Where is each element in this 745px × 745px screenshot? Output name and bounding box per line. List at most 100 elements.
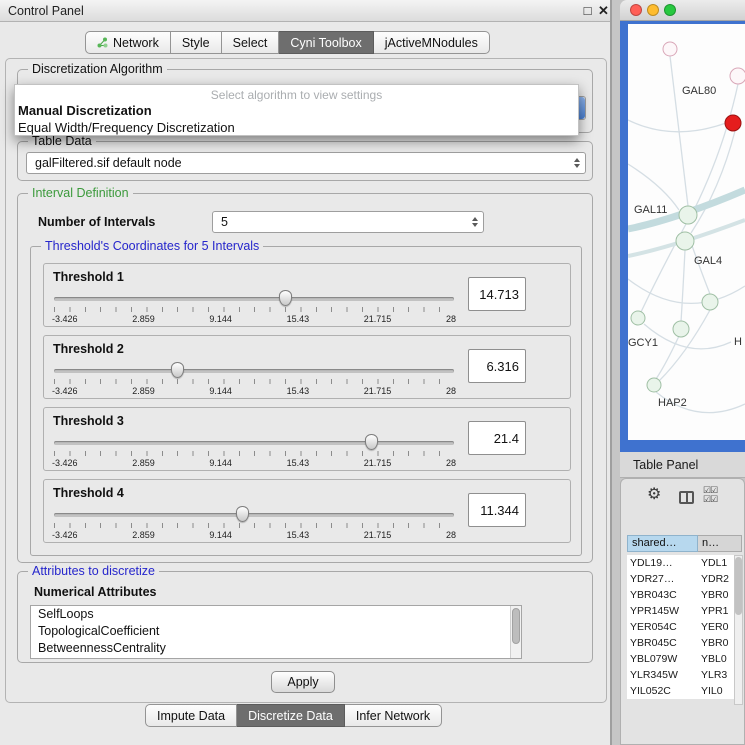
threshold-2-panel: Threshold 2 -3.426 2.859 9.144 15.43 21.… xyxy=(43,335,571,399)
attributes-group: Attributes to discretize Numerical Attri… xyxy=(17,571,593,663)
list-item[interactable]: SelfLoops xyxy=(31,606,521,623)
list-item[interactable]: TopologicalCoefficient xyxy=(31,623,521,640)
scale-tick-label: 2.859 xyxy=(132,386,155,396)
tab-infer-network[interactable]: Infer Network xyxy=(345,704,442,727)
tab-label: Network xyxy=(113,36,159,50)
dropdown-option-equal-width-frequency[interactable]: Equal Width/Frequency Discretization xyxy=(17,119,576,136)
slider-track[interactable] xyxy=(54,513,454,517)
dropdown-option-manual-discretization[interactable]: Manual Discretization xyxy=(17,102,576,119)
numerical-attributes-label: Numerical Attributes xyxy=(34,585,156,599)
table-scrollbar[interactable] xyxy=(734,555,743,705)
threshold-4-value-input[interactable] xyxy=(468,493,526,527)
cell-shared-name[interactable]: YBR043C xyxy=(627,587,698,603)
node[interactable] xyxy=(679,206,697,224)
column-header-shared-name[interactable]: shared… xyxy=(627,535,698,552)
tab-discretize-data[interactable]: Discretize Data xyxy=(237,704,345,727)
tab-label: jActiveMNodules xyxy=(385,36,478,50)
table-data-combobox[interactable]: galFiltered.sif default node xyxy=(26,152,586,174)
threshold-3-slider[interactable]: -3.426 2.859 9.144 15.43 21.715 28 xyxy=(52,432,456,470)
network-canvas[interactable]: GAL80 GAL11 GAL4 GCY1 HAP2 H xyxy=(628,24,745,440)
algorithm-dropdown-list: Select algorithm to view settings Manual… xyxy=(14,84,579,136)
cell-shared-name[interactable]: YBL079W xyxy=(627,651,698,667)
threshold-1-slider[interactable]: -3.426 2.859 9.144 15.43 21.715 28 xyxy=(52,288,456,326)
table-row[interactable]: YBL079WYBL0 xyxy=(627,651,742,667)
table-row[interactable]: YPR145WYPR1 xyxy=(627,603,742,619)
tab-impute-data[interactable]: Impute Data xyxy=(145,704,237,727)
table-row[interactable]: YIL052CYIL0 xyxy=(627,683,742,699)
node[interactable] xyxy=(673,321,689,337)
slider-track[interactable] xyxy=(54,369,454,373)
scale-tick-label: 9.144 xyxy=(209,530,232,540)
node-red-selected[interactable] xyxy=(725,115,741,131)
mac-close-button[interactable] xyxy=(630,4,642,16)
threshold-label: Threshold 3 xyxy=(53,414,124,428)
table-row[interactable]: YDR27…YDR2 xyxy=(627,571,742,587)
mac-minimize-button[interactable] xyxy=(647,4,659,16)
scale-tick-label: 9.144 xyxy=(209,314,232,324)
cell-shared-name[interactable]: YLR345W xyxy=(627,667,698,683)
list-scrollbar[interactable] xyxy=(510,606,521,658)
group-title: Threshold's Coordinates for 5 Intervals xyxy=(41,239,263,253)
cell-shared-name[interactable]: YDR27… xyxy=(627,571,698,587)
slider-ticks xyxy=(54,523,454,528)
slider-thumb[interactable] xyxy=(279,290,292,306)
table-data-group: Table Data galFiltered.sif default node xyxy=(17,141,593,181)
threshold-1-value-input[interactable] xyxy=(468,277,526,311)
slider-ticks xyxy=(54,379,454,384)
cell-shared-name[interactable]: YPR145W xyxy=(627,603,698,619)
close-window-button[interactable]: ✕ xyxy=(596,3,611,19)
apply-button[interactable]: Apply xyxy=(271,671,335,693)
tab-select[interactable]: Select xyxy=(222,31,280,54)
slider-scale: -3.426 2.859 9.144 15.43 21.715 28 xyxy=(52,314,456,324)
table-row[interactable]: YBR043CYBR0 xyxy=(627,587,742,603)
columns-icon[interactable] xyxy=(679,491,694,504)
node[interactable] xyxy=(647,378,661,392)
node[interactable] xyxy=(730,68,745,84)
gear-icon[interactable]: ⚙ xyxy=(647,487,661,503)
float-window-button[interactable]: □ xyxy=(580,3,595,18)
combobox-stepper-icon[interactable] xyxy=(472,212,478,232)
node[interactable] xyxy=(663,42,677,56)
scale-tick-label: 9.144 xyxy=(209,458,232,468)
table-row[interactable]: YER054CYER0 xyxy=(627,619,742,635)
select-columns-icon[interactable]: ☑☑ ☑☑ xyxy=(703,486,717,504)
tab-label: Cyni Toolbox xyxy=(290,36,361,50)
cell-shared-name[interactable]: YIL052C xyxy=(627,683,698,699)
slider-thumb[interactable] xyxy=(171,362,184,378)
tab-cyni-toolbox[interactable]: Cyni Toolbox xyxy=(279,31,373,54)
slider-track[interactable] xyxy=(54,441,454,445)
table-row[interactable]: YLR345WYLR3 xyxy=(627,667,742,683)
scrollbar-thumb[interactable] xyxy=(735,557,742,615)
slider-track[interactable] xyxy=(54,297,454,301)
threshold-2-slider[interactable]: -3.426 2.859 9.144 15.43 21.715 28 xyxy=(52,360,456,398)
threshold-2-value-input[interactable] xyxy=(468,349,526,383)
column-header-name[interactable]: n… xyxy=(698,535,742,552)
number-of-intervals-combobox[interactable]: 5 xyxy=(212,211,484,233)
scale-tick-label: 9.144 xyxy=(209,386,232,396)
slider-thumb[interactable] xyxy=(365,434,378,450)
mac-zoom-button[interactable] xyxy=(664,4,676,16)
slider-thumb[interactable] xyxy=(236,506,249,522)
node[interactable] xyxy=(631,311,645,325)
threshold-4-slider[interactable]: -3.426 2.859 9.144 15.43 21.715 28 xyxy=(52,504,456,542)
network-icon xyxy=(97,37,108,48)
threshold-3-value-input[interactable] xyxy=(468,421,526,455)
combobox-stepper-icon[interactable] xyxy=(574,153,580,173)
table-row[interactable]: YBR045CYBR0 xyxy=(627,635,742,651)
table-row[interactable]: YDL19…YDL1 xyxy=(627,555,742,571)
node[interactable] xyxy=(702,294,718,310)
table-panel-header: Table Panel xyxy=(620,452,745,478)
scale-tick-label: 2.859 xyxy=(132,458,155,468)
node[interactable] xyxy=(676,232,694,250)
tab-jactivemnodules[interactable]: jActiveMNodules xyxy=(374,31,490,54)
cell-shared-name[interactable]: YBR045C xyxy=(627,635,698,651)
cell-shared-name[interactable]: YER054C xyxy=(627,619,698,635)
cell-shared-name[interactable]: YDL19… xyxy=(627,555,698,571)
list-item[interactable]: BetweennessCentrality xyxy=(31,640,521,657)
scrollbar-thumb[interactable] xyxy=(512,608,520,644)
tab-style[interactable]: Style xyxy=(171,31,222,54)
scale-tick-label: -3.426 xyxy=(52,386,78,396)
table-rows: YDL19…YDL1 YDR27…YDR2 YBR043CYBR0 YPR145… xyxy=(627,555,742,699)
tab-network[interactable]: Network xyxy=(85,31,171,54)
scale-tick-label: -3.426 xyxy=(52,530,78,540)
